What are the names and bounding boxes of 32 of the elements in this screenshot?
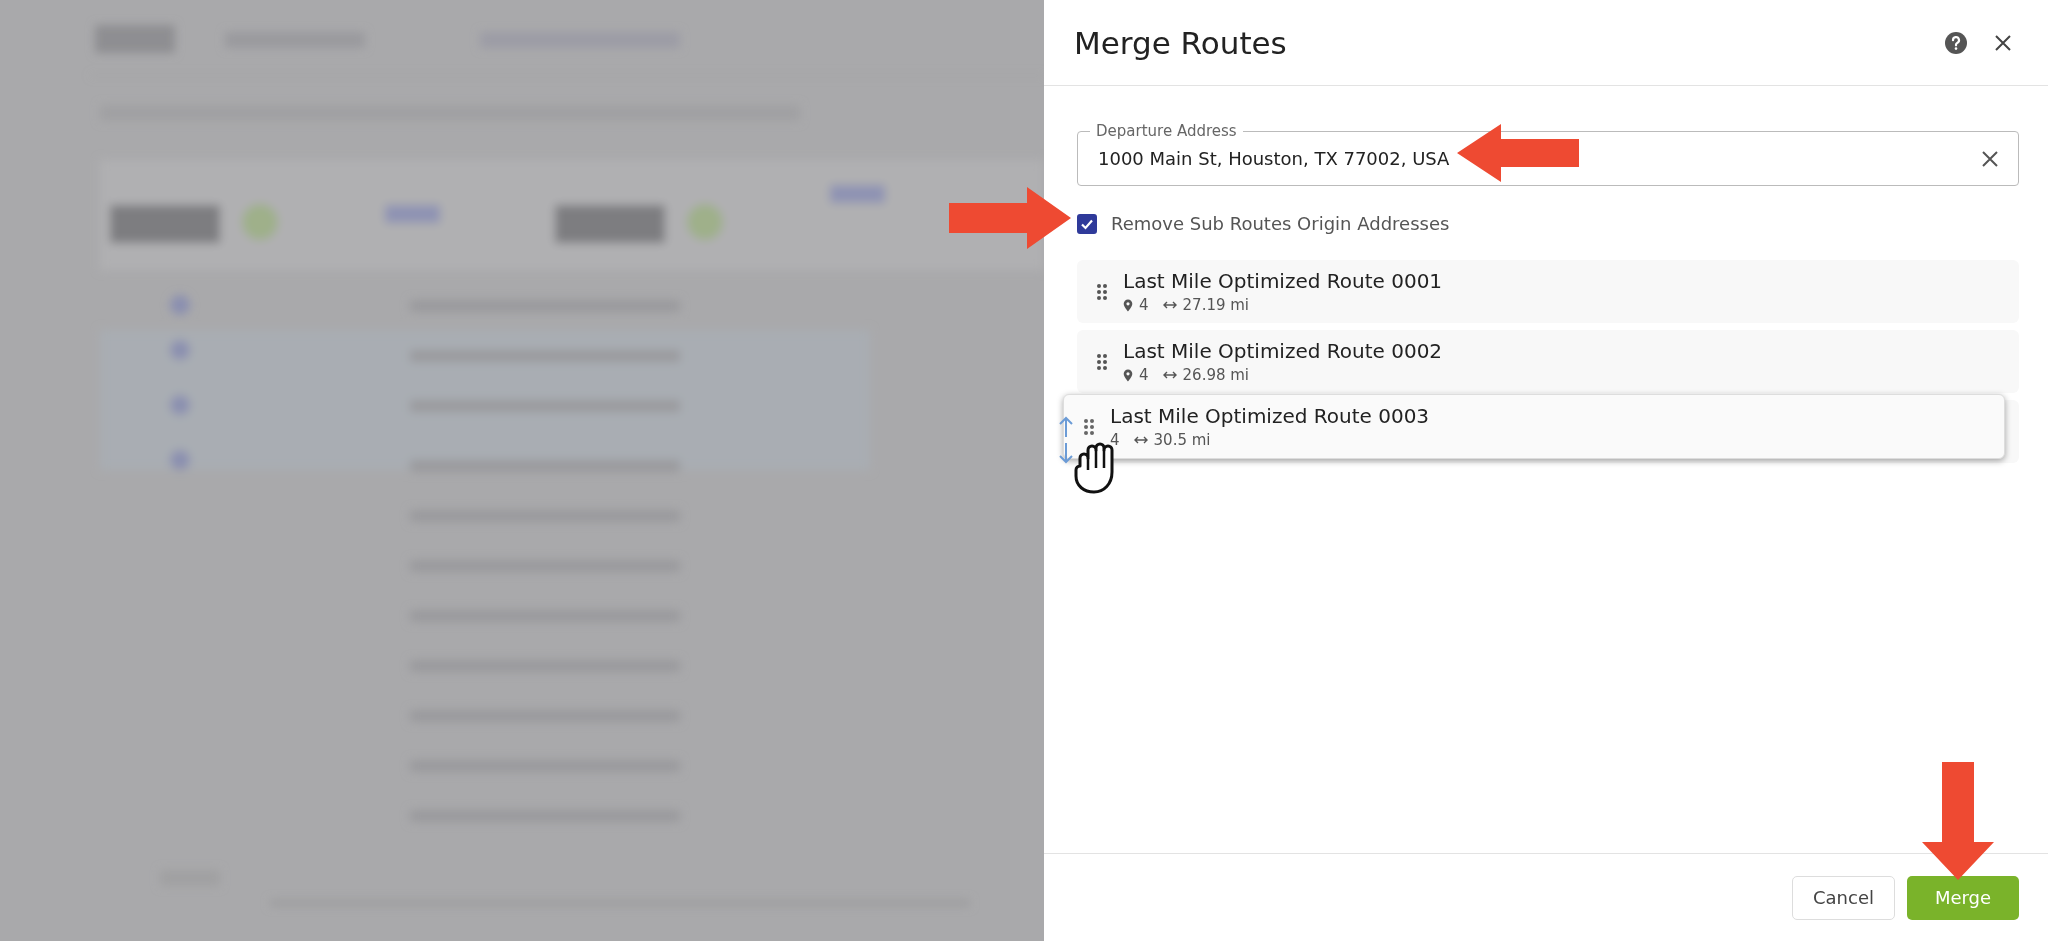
distance-icon: [1133, 435, 1148, 445]
cancel-button[interactable]: Cancel: [1792, 875, 1895, 920]
location-pin-icon: [1123, 298, 1133, 312]
drag-handle-icon[interactable]: [1097, 283, 1107, 300]
field-label: Departure Address: [1090, 122, 1243, 140]
dialog-title: Merge Routes: [1074, 24, 1287, 61]
pointer-arrow-icon: [1455, 122, 1581, 184]
route-item[interactable]: Last Mile Optimized Route 0001 4 27.19 mi: [1077, 260, 2019, 323]
stop-count: 4: [1139, 296, 1149, 314]
route-name: Last Mile Optimized Route 0003: [1110, 404, 1430, 428]
dragged-route-item[interactable]: Last Mile Optimized Route 0003 4 30.5 mi: [1063, 394, 2005, 459]
distance-icon: [1162, 300, 1177, 310]
distance-icon: [1162, 370, 1177, 380]
clear-icon[interactable]: [1982, 150, 1998, 167]
stop-count: 4: [1139, 366, 1149, 384]
stop-count: 4: [1110, 431, 1120, 449]
help-icon[interactable]: [1944, 30, 1968, 55]
drag-handle-icon[interactable]: [1097, 353, 1107, 370]
up-down-arrows-icon: [1057, 415, 1075, 465]
route-distance: 30.5 mi: [1153, 431, 1211, 449]
route-distance: 27.19 mi: [1182, 296, 1250, 314]
drag-handle-icon[interactable]: [1084, 418, 1094, 435]
close-icon[interactable]: [1994, 33, 2012, 52]
route-item[interactable]: Last Mile Optimized Route 0002 4 26.98 mi: [1077, 330, 2019, 393]
checkbox-label: Remove Sub Routes Origin Addresses: [1111, 213, 1450, 234]
pointer-arrow-icon: [947, 185, 1073, 251]
route-name: Last Mile Optimized Route 0002: [1123, 339, 1443, 363]
pointer-arrow-icon: [1920, 760, 1996, 882]
route-distance: 26.98 mi: [1182, 366, 1250, 384]
route-name: Last Mile Optimized Route 0001: [1123, 269, 1443, 293]
checkbox[interactable]: [1077, 213, 1097, 234]
location-pin-icon: [1123, 368, 1133, 382]
